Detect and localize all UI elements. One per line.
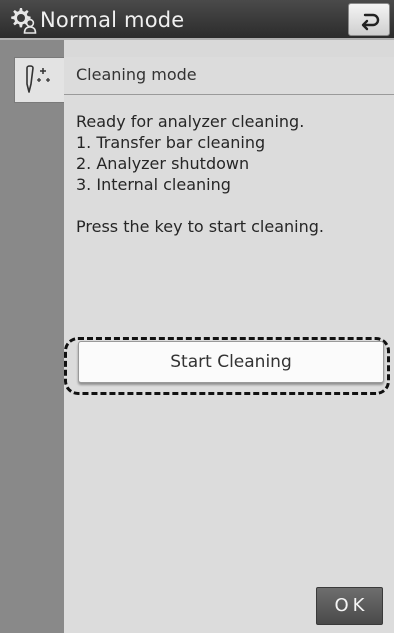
screen: Normal mode Cleaning mode Ready for anal… — [0, 0, 394, 633]
tab-cleaning[interactable] — [14, 57, 64, 103]
instruction-text: Ready for analyzer cleaning. 1. Transfer… — [76, 111, 381, 237]
message-line: 1. Transfer bar cleaning — [76, 133, 266, 152]
sidebar — [0, 40, 64, 633]
message-line: Ready for analyzer cleaning. — [76, 112, 305, 131]
gear-person-icon — [8, 6, 38, 34]
header-bar: Normal mode — [0, 0, 394, 40]
section-title: Cleaning mode — [76, 65, 197, 84]
instruction-line: Press the key to start cleaning. — [76, 217, 324, 236]
message-line: 2. Analyzer shutdown — [76, 154, 250, 173]
page-title: Normal mode — [40, 8, 185, 32]
ok-button[interactable]: OK — [316, 587, 383, 625]
start-cleaning-button[interactable]: Start Cleaning — [78, 341, 384, 383]
cleaning-mode-header: Cleaning mode — [64, 57, 394, 95]
message-line: 3. Internal cleaning — [76, 175, 231, 194]
back-button[interactable] — [348, 3, 390, 36]
